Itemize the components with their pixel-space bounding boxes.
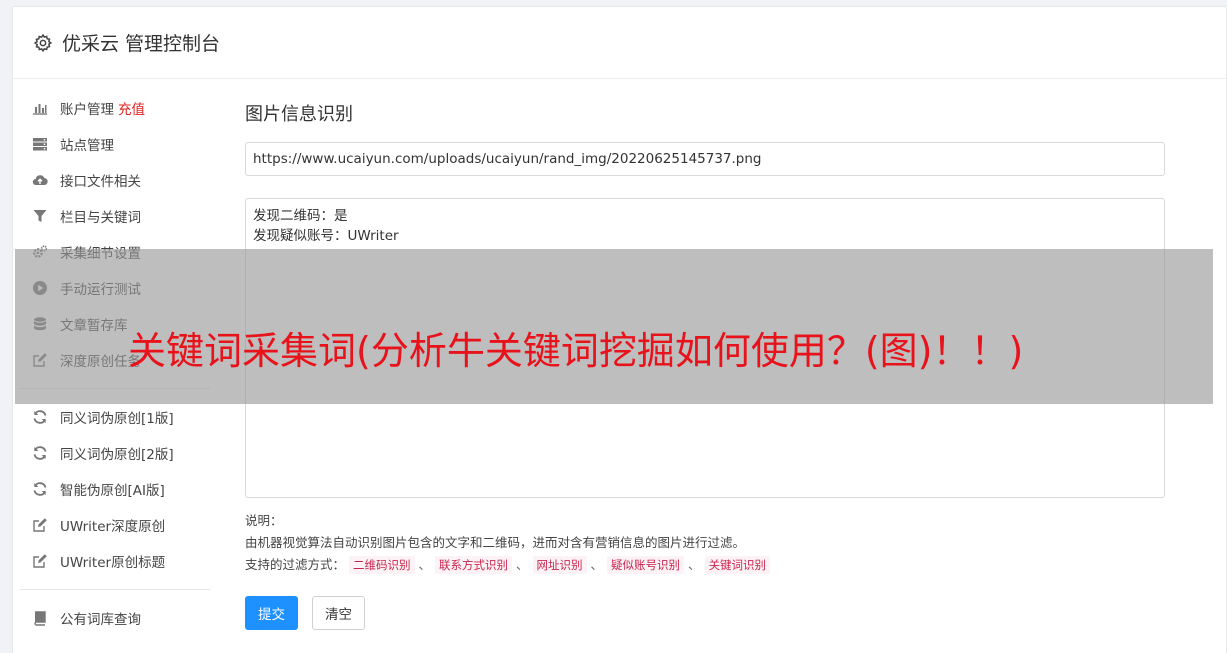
sidebar-item-label: UWriter深度原创	[60, 519, 166, 535]
sidebar-item[interactable]: 栏目与关键词	[20, 198, 210, 234]
edit-icon	[32, 553, 48, 569]
sidebar-item-label: 公有词库查询	[60, 612, 141, 628]
clear-button[interactable]: 清空	[312, 596, 365, 630]
sidebar-item[interactable]: UWriter原创标题	[20, 543, 210, 579]
sidebar-item[interactable]: 公有词库查询	[20, 600, 210, 636]
filter-tag: 联系方式识别	[435, 556, 513, 574]
nav-divider	[20, 589, 210, 590]
filter-tag: 二维码识别	[349, 556, 415, 574]
sidebar-item[interactable]: 账户管理 充值	[20, 90, 210, 126]
filter-separator: 、	[418, 557, 432, 572]
gear-icon	[33, 33, 53, 52]
bar-chart-icon	[32, 100, 48, 116]
filter-icon	[32, 208, 48, 224]
book-icon	[32, 610, 48, 626]
sidebar-item[interactable]: 智能伪原创[AI版]	[20, 471, 210, 507]
sidebar-item-label: 同义词伪原创[2版]	[60, 447, 174, 463]
filter-list: 支持的过滤方式： 二维码识别、联系方式识别、网址识别、疑似账号识别、关键词识别	[245, 554, 1165, 576]
submit-button[interactable]: 提交	[245, 596, 298, 630]
image-url-input[interactable]	[245, 142, 1165, 176]
refresh-icon	[32, 445, 48, 461]
filter-tag: 疑似账号识别	[607, 556, 685, 574]
description: 说明： 由机器视觉算法自动识别图片包含的文字和二维码，进而对含有营销信息的图片进…	[245, 510, 1165, 576]
filter-tag: 网址识别	[532, 556, 587, 574]
sidebar-item[interactable]: 同义词伪原创[1版]	[20, 399, 210, 435]
filter-separator: 、	[516, 557, 529, 572]
sidebar-item-label: 站点管理	[60, 138, 114, 154]
cloud-upload-icon	[32, 172, 48, 188]
overlay-headline: 关键词采集词(分析牛关键词挖掘如何使用？(图)！！)	[128, 329, 1024, 373]
filter-separator: 、	[688, 557, 701, 572]
sidebar-item-label: 栏目与关键词	[60, 210, 141, 226]
sidebar-item[interactable]: 接口文件相关	[20, 162, 210, 198]
result-line: 发现疑似账号：UWriter	[253, 228, 399, 244]
app-header: 优采云 管理控制台	[13, 7, 1226, 79]
desc-label: 说明：	[245, 513, 283, 528]
page-title: 图片信息识别	[245, 104, 353, 125]
filter-separator: 、	[590, 557, 604, 572]
sidebar-item[interactable]: 同义词伪原创[2版]	[20, 435, 210, 471]
refresh-icon	[32, 409, 48, 425]
filter-tag: 关键词识别	[704, 556, 771, 574]
result-line: 发现二维码：是	[253, 208, 348, 224]
desc-text: 由机器视觉算法自动识别图片包含的文字和二维码，进而对含有营销信息的图片进行过滤。	[245, 535, 746, 550]
sidebar-item-label: 智能伪原创[AI版]	[60, 483, 165, 499]
recharge-link[interactable]: 充值	[118, 98, 145, 118]
sidebar-item-label: 同义词伪原创[1版]	[60, 411, 174, 427]
refresh-icon	[32, 481, 48, 497]
app-title: 优采云 管理控制台	[62, 33, 221, 55]
filter-label: 支持的过滤方式：	[245, 557, 346, 572]
edit-icon	[32, 517, 48, 533]
sidebar-item[interactable]: UWriter深度原创	[20, 507, 210, 543]
sidebar-item-label: UWriter原创标题	[60, 555, 166, 571]
button-row: 提交 清空	[245, 596, 1165, 630]
server-icon	[32, 136, 48, 152]
sidebar-item-label: 接口文件相关	[60, 174, 141, 190]
sidebar-item-label: 账户管理	[60, 102, 114, 118]
sidebar-item[interactable]: 站点管理	[20, 126, 210, 162]
